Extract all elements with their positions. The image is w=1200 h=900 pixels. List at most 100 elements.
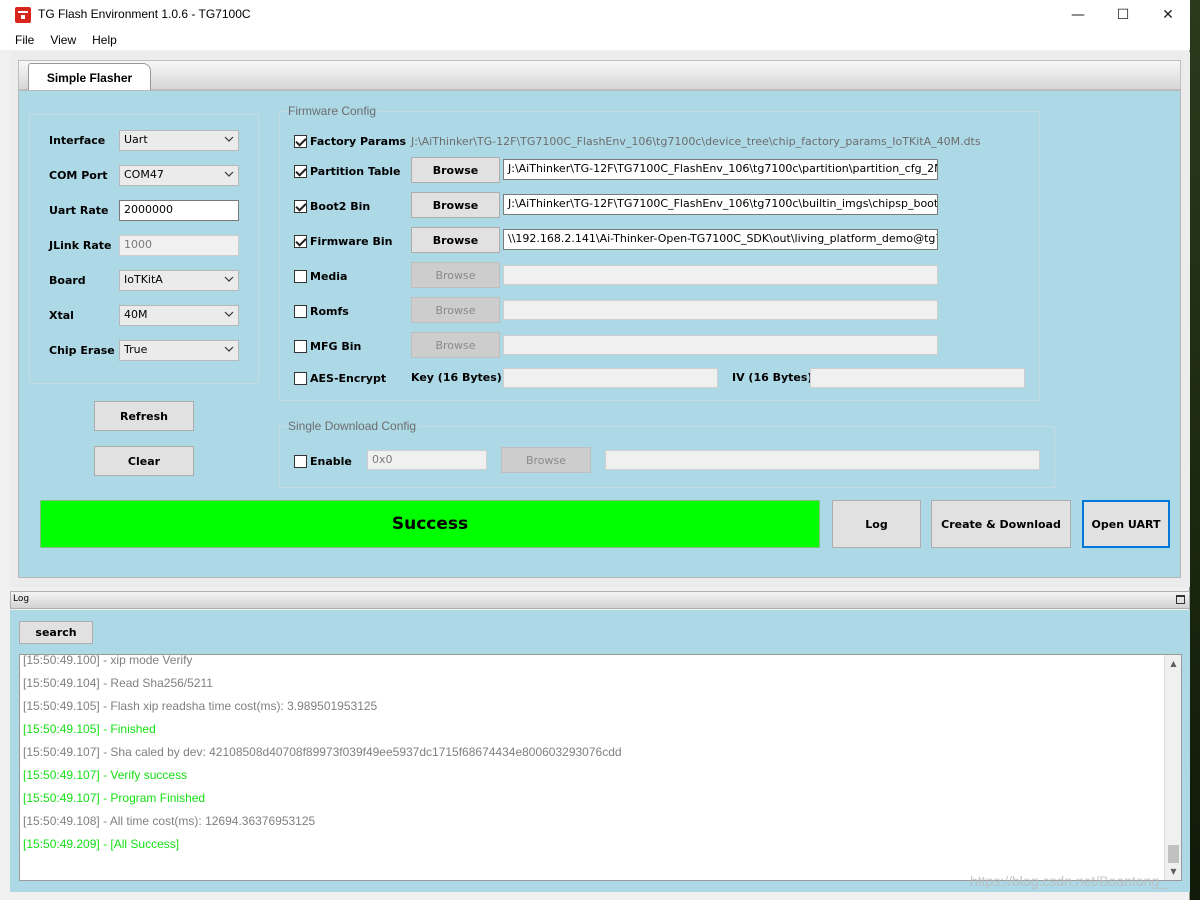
maximize-icon: ☐	[1116, 7, 1130, 23]
log-output[interactable]: ▲ ▼ [15:50:49.100] - xip mode Verify [15:…	[19, 654, 1182, 881]
scroll-up-icon[interactable]: ▲	[1165, 655, 1181, 672]
close-button[interactable]: ✕	[1145, 0, 1191, 30]
single-download-enable-label: Enable	[310, 455, 352, 468]
menu-file[interactable]: File	[0, 33, 42, 47]
tab-strip	[18, 60, 1181, 90]
single-download-enable-checkbox[interactable]	[294, 455, 307, 468]
romfs-path-input[interactable]	[503, 300, 938, 320]
media-checkbox[interactable]	[294, 270, 307, 283]
interface-label: Interface	[49, 134, 106, 147]
maximize-button[interactable]: ☐	[1100, 0, 1146, 30]
log-line: [15:50:49.209] - [All Success]	[23, 837, 180, 851]
aes-iv-input[interactable]	[810, 368, 1025, 388]
jlink-rate-label: JLink Rate	[49, 239, 112, 252]
aes-iv-label: IV (16 Bytes)	[732, 371, 813, 384]
uart-rate-label: Uart Rate	[49, 204, 109, 217]
interface-select[interactable]: Uart	[119, 130, 239, 151]
romfs-label: Romfs	[310, 305, 349, 318]
desktop-background	[1190, 0, 1200, 900]
firmware-path-input[interactable]: \\192.168.2.141\Ai-Thinker-Open-TG7100C_…	[503, 229, 938, 250]
minimize-button[interactable]: —	[1055, 0, 1101, 30]
restore-icon[interactable]	[1176, 595, 1185, 604]
partition-table-path-input[interactable]: J:\AiThinker\TG-12F\TG7100C_FlashEnv_106…	[503, 159, 938, 180]
media-label: Media	[310, 270, 348, 283]
partition-table-browse-button[interactable]: Browse	[411, 157, 500, 183]
board-value: IoTKitA	[124, 273, 163, 286]
log-line: [15:50:49.107] - Verify success	[23, 768, 188, 782]
uart-rate-input[interactable]: 2000000	[119, 200, 239, 221]
chip-erase-select[interactable]: True	[119, 340, 239, 361]
xtal-select[interactable]: 40M	[119, 305, 239, 326]
boot2-path-input[interactable]: J:\AiThinker\TG-12F\TG7100C_FlashEnv_106…	[503, 194, 938, 215]
single-download-address-input[interactable]: 0x0	[367, 450, 487, 470]
interface-value: Uart	[124, 133, 148, 146]
firmware-browse-button[interactable]: Browse	[411, 227, 500, 253]
single-download-browse-button[interactable]: Browse	[501, 447, 591, 473]
mfg-checkbox[interactable]	[294, 340, 307, 353]
jlink-rate-input[interactable]: 1000	[119, 235, 239, 256]
refresh-button[interactable]: Refresh	[94, 401, 194, 431]
partition-table-label: Partition Table	[310, 165, 401, 178]
menu-view[interactable]: View	[42, 33, 84, 47]
title-bar: TG Flash Environment 1.0.6 - TG7100C — ☐…	[0, 0, 1190, 30]
chip-erase-value: True	[124, 343, 148, 356]
log-line: [15:50:49.100] - xip mode Verify	[23, 654, 193, 667]
aes-encrypt-checkbox[interactable]	[294, 372, 307, 385]
mfg-path-input[interactable]	[503, 335, 938, 355]
boot2-browse-button[interactable]: Browse	[411, 192, 500, 218]
boot2-checkbox[interactable]	[294, 200, 307, 213]
menu-help[interactable]: Help	[84, 33, 125, 47]
close-icon: ✕	[1162, 7, 1174, 23]
log-line: [15:50:49.105] - Flash xip readsha time …	[23, 699, 378, 713]
create-download-button[interactable]: Create & Download	[931, 500, 1071, 548]
log-button[interactable]: Log	[832, 500, 921, 548]
menu-bar: File View Help	[0, 30, 1190, 50]
scroll-thumb[interactable]	[1168, 845, 1179, 863]
factory-params-path: J:\AiThinker\TG-12F\TG7100C_FlashEnv_106…	[411, 135, 981, 148]
factory-params-label: Factory Params	[310, 135, 407, 148]
chip-erase-label: Chip Erase	[49, 344, 115, 357]
search-button[interactable]: search	[19, 621, 93, 644]
xtal-value: 40M	[124, 308, 148, 321]
firmware-checkbox[interactable]	[294, 235, 307, 248]
board-label: Board	[49, 274, 86, 287]
watermark: https://blog.csdn.net/Boantong_	[970, 873, 1167, 889]
com-port-select[interactable]: COM47	[119, 165, 239, 186]
chevron-down-icon	[224, 171, 234, 177]
chevron-down-icon	[224, 276, 234, 282]
chevron-down-icon	[224, 311, 234, 317]
single-download-path-input[interactable]	[605, 450, 1040, 470]
media-path-input[interactable]	[503, 265, 938, 285]
firmware-label: Firmware Bin	[310, 235, 393, 248]
log-line: [15:50:49.104] - Read Sha256/5211	[23, 676, 213, 690]
open-uart-button[interactable]: Open UART	[1082, 500, 1170, 548]
log-scrollbar[interactable]: ▲ ▼	[1164, 655, 1181, 880]
mfg-browse-button[interactable]: Browse	[411, 332, 500, 358]
aes-key-input[interactable]	[503, 368, 718, 388]
chevron-down-icon	[224, 136, 234, 142]
log-header-title: Log	[13, 594, 30, 604]
log-line: [15:50:49.107] - Sha caled by dev: 42108…	[23, 745, 622, 759]
app-logo-icon	[15, 7, 31, 23]
partition-table-checkbox[interactable]	[294, 165, 307, 178]
minimize-icon: —	[1071, 7, 1085, 23]
single-download-title: Single Download Config	[286, 419, 419, 433]
app-window: TG Flash Environment 1.0.6 - TG7100C — ☐…	[0, 0, 1190, 900]
clear-button[interactable]: Clear	[94, 446, 194, 476]
log-line: [15:50:49.107] - Program Finished	[23, 791, 206, 805]
board-select[interactable]: IoTKitA	[119, 270, 239, 291]
chevron-down-icon	[224, 346, 234, 352]
aes-key-label: Key (16 Bytes)	[411, 371, 502, 384]
aes-encrypt-label: AES-Encrypt	[310, 372, 387, 385]
tab-simple-flasher[interactable]: Simple Flasher	[28, 63, 151, 91]
firmware-config-group	[279, 111, 1040, 401]
scroll-down-icon[interactable]: ▼	[1165, 863, 1181, 880]
window-title: TG Flash Environment 1.0.6 - TG7100C	[38, 7, 251, 21]
factory-params-checkbox[interactable]	[294, 135, 307, 148]
romfs-browse-button[interactable]: Browse	[411, 297, 500, 323]
media-browse-button[interactable]: Browse	[411, 262, 500, 288]
log-header: Log	[10, 591, 1190, 609]
xtal-label: Xtal	[49, 309, 74, 322]
romfs-checkbox[interactable]	[294, 305, 307, 318]
log-line: [15:50:49.105] - Finished	[23, 722, 156, 736]
